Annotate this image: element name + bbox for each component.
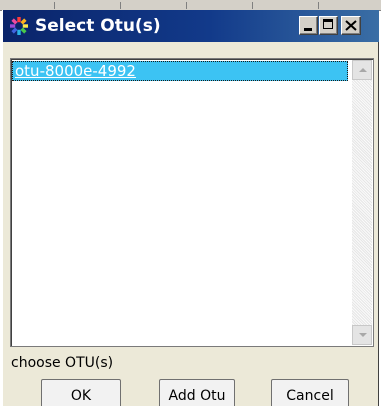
list-item[interactable]: otu-8000e-4992	[12, 61, 348, 81]
add-otu-button[interactable]: Add Otu	[159, 379, 235, 406]
status-text: choose OTU(s)	[11, 355, 114, 371]
maximize-icon	[323, 19, 333, 29]
close-button[interactable]	[341, 16, 361, 35]
edge-divider	[252, 2, 253, 9]
minimize-icon	[304, 28, 312, 31]
cancel-button[interactable]: Cancel	[271, 379, 349, 406]
vertical-scrollbar[interactable]	[352, 60, 372, 345]
otu-list[interactable]: otu-8000e-4992	[10, 58, 374, 347]
ok-button[interactable]: OK	[41, 379, 121, 406]
scroll-up-button[interactable]	[352, 60, 372, 80]
title-bar[interactable]: Select Otu(s)	[3, 10, 379, 42]
scroll-down-button[interactable]	[352, 325, 372, 345]
select-otu-dialog: Select Otu(s) otu-8000e-4992 choose OTU(…	[2, 10, 379, 406]
edge-divider	[186, 2, 187, 9]
maximize-button[interactable]	[319, 16, 338, 35]
edge-divider	[318, 2, 319, 9]
edge-divider	[54, 2, 55, 9]
arrow-up-icon	[359, 68, 367, 72]
arrow-down-icon	[359, 333, 367, 337]
window-title: Select Otu(s)	[35, 16, 161, 36]
minimize-button[interactable]	[299, 16, 318, 35]
app-gear-icon	[9, 16, 29, 36]
close-icon	[345, 20, 357, 31]
list-item-label: otu-8000e-4992	[15, 62, 136, 80]
screen: Select Otu(s) otu-8000e-4992 choose OTU(…	[0, 0, 381, 406]
edge-divider	[120, 2, 121, 9]
